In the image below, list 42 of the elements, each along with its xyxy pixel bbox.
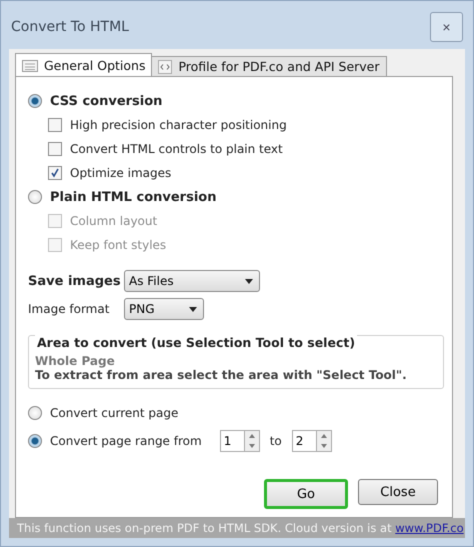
close-button[interactable]: ×: [430, 12, 463, 42]
radio-label: Plain HTML conversion: [50, 190, 216, 204]
radio-label: Convert current page: [50, 406, 178, 420]
footer-text: This function uses on-prem PDF to HTML SDK. Cloud version is at www.PDF.co: [17, 521, 464, 535]
caret-icon: [245, 278, 253, 284]
checkbox-label: Keep font styles: [70, 238, 166, 252]
checkbox-label: High precision character positioning: [70, 118, 287, 132]
checkbox-label: Convert HTML controls to plain text: [70, 142, 283, 156]
number-field[interactable]: 1: [220, 430, 244, 452]
window-title: Convert To HTML: [11, 19, 129, 35]
dropdown[interactable]: As Files: [124, 270, 260, 292]
go-button[interactable]: Go: [264, 479, 348, 509]
tab[interactable]: Profile for PDF.co and API Server: [151, 56, 387, 77]
checkbox[interactable]: [48, 118, 62, 132]
number-field[interactable]: 2: [292, 430, 316, 452]
checkbox[interactable]: [48, 142, 62, 156]
radio-button[interactable]: [28, 406, 42, 420]
field-label: Image format: [28, 302, 110, 316]
area-value: Whole Page: [35, 354, 116, 368]
range-to-label: to: [270, 434, 282, 448]
dropdown[interactable]: PNG: [124, 298, 204, 320]
radio-button[interactable]: [28, 434, 42, 448]
list-icon: [22, 60, 38, 72]
radio-button[interactable]: [28, 190, 42, 204]
checkbox-label: Optimize images: [70, 166, 172, 180]
up-icon[interactable]: [316, 431, 331, 441]
radio-label: CSS conversion: [50, 94, 162, 108]
close-button[interactable]: Close: [358, 479, 438, 505]
checkbox[interactable]: [48, 166, 62, 180]
down-icon[interactable]: [244, 441, 259, 451]
tab[interactable]: General Options: [15, 53, 152, 77]
checkbox-label: Column layout: [70, 214, 158, 228]
caret-icon: [189, 306, 197, 312]
area-hint: To extract from area select the area with "Select Tool".: [35, 368, 408, 382]
group-title: Area to convert (use Selection Tool to select): [35, 335, 358, 350]
field-label: Save images: [28, 274, 122, 288]
code-icon: [158, 60, 172, 74]
radio-label: Convert page range from: [50, 434, 202, 448]
up-icon[interactable]: [244, 431, 259, 441]
radio-button[interactable]: [28, 94, 42, 108]
footer-link[interactable]: www.PDF.co: [395, 521, 464, 535]
down-icon[interactable]: [316, 441, 331, 451]
